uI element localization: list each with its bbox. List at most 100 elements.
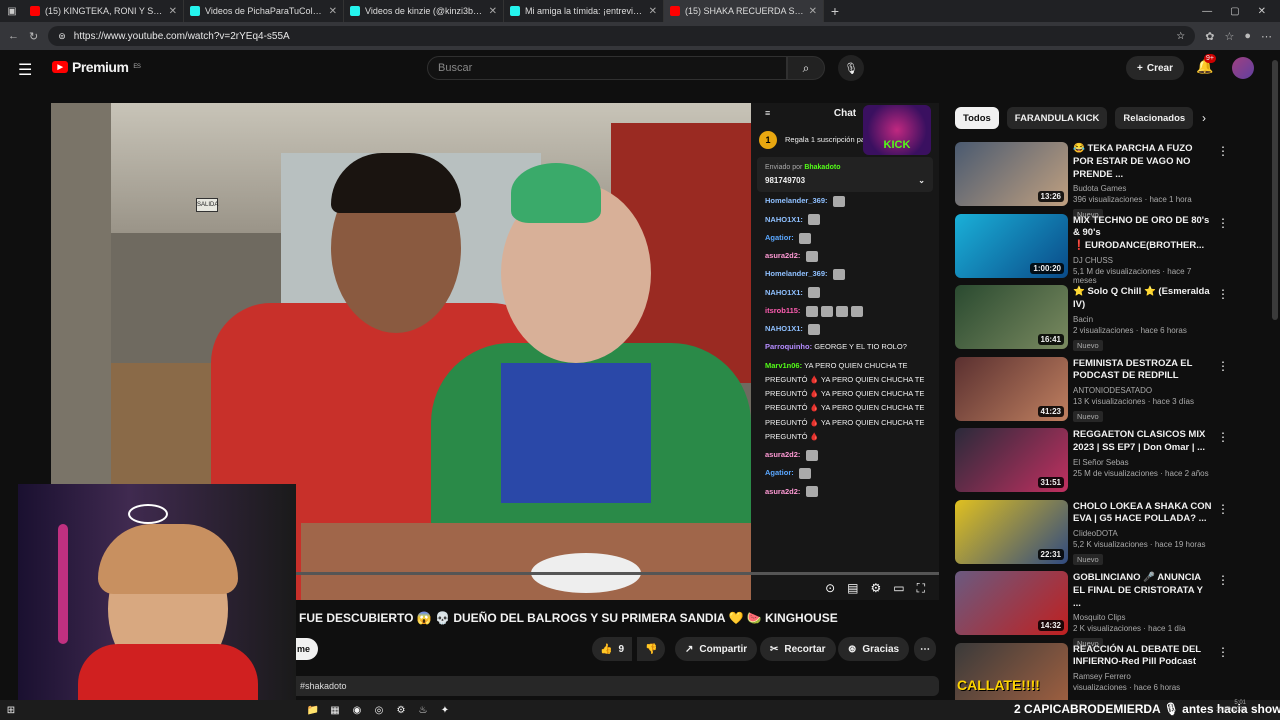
more-vertical-icon[interactable]: ⋮ bbox=[1217, 573, 1229, 587]
more-actions-button[interactable]: ⋯ bbox=[914, 637, 936, 661]
maximize-icon[interactable]: ▢ bbox=[1230, 6, 1239, 17]
video-thumbnail[interactable]: 1:00:20 bbox=[955, 213, 1068, 278]
chat-username[interactable]: Homelander_369: bbox=[765, 269, 828, 278]
video-thumbnail[interactable]: 22:31 bbox=[955, 499, 1068, 564]
chat-username[interactable]: NAHO1X1: bbox=[765, 215, 803, 224]
related-title[interactable]: REGGAETON CLASICOS MIX 2023 | SS EP7 | D… bbox=[1073, 429, 1213, 455]
subscribe-button[interactable]: me bbox=[296, 638, 318, 660]
related-title[interactable]: MIX TECHNO DE ORO DE 80's & 90's ❗EURODA… bbox=[1073, 215, 1213, 253]
steam-icon[interactable]: ♨ bbox=[412, 700, 434, 720]
video-thumbnail[interactable]: 16:41 bbox=[955, 285, 1068, 349]
video-thumbnail[interactable]: 14:32 bbox=[955, 571, 1068, 635]
channel-name[interactable]: CIideoDOTA bbox=[1073, 529, 1213, 538]
video-thumbnail[interactable] bbox=[955, 642, 1068, 707]
favorites-icon[interactable]: ☆ bbox=[1224, 30, 1234, 43]
theater-mode-icon[interactable]: ▭ bbox=[893, 581, 904, 595]
clip-button[interactable]: ✂ Recortar bbox=[760, 637, 836, 661]
more-vertical-icon[interactable]: ⋮ bbox=[1217, 430, 1229, 444]
tab-2[interactable]: Videos de kinzie (@kinzi3baby) c ✕ bbox=[344, 0, 504, 22]
start-icon[interactable]: ⊞ bbox=[0, 700, 22, 720]
video-thumbnail[interactable]: 31:51 bbox=[955, 428, 1068, 492]
close-tab-icon[interactable]: ✕ bbox=[809, 6, 817, 17]
tab-3[interactable]: Mi amiga la tímida: ¡entrevista di ✕ bbox=[504, 0, 664, 22]
thanks-button[interactable]: ⊛ Gracias bbox=[838, 637, 910, 661]
chip-2[interactable]: Relacionados bbox=[1115, 107, 1194, 129]
file-explorer-icon[interactable]: 📁 bbox=[302, 700, 324, 720]
chat-username[interactable]: asura2d2: bbox=[765, 487, 800, 496]
related-title[interactable]: ⭐ Solo Q Chill ⭐ (Esmeralda IV) bbox=[1073, 286, 1213, 312]
channel-name[interactable]: Bacin bbox=[1073, 315, 1213, 324]
chat-username[interactable]: Agatior: bbox=[765, 468, 794, 477]
site-info-icon[interactable]: ⊜ bbox=[58, 31, 66, 42]
related-video-item[interactable]: 1:00:20 MIX TECHNO DE ORO DE 80's & 90's … bbox=[955, 213, 1231, 286]
tab-4[interactable]: (15) SHAKA RECUERDA SU P ✕ bbox=[664, 0, 824, 22]
more-vertical-icon[interactable]: ⋮ bbox=[1217, 287, 1229, 301]
chevron-right-icon[interactable]: › bbox=[1202, 111, 1206, 125]
related-video-item[interactable]: 22:31 CHOLO LOKEA A SHAKA CON EVA | G5 HA… bbox=[955, 499, 1231, 572]
related-title[interactable]: FEMINISTA DESTROZA EL PODCAST DE REDPILL bbox=[1073, 358, 1213, 384]
game-icon[interactable]: ✦ bbox=[434, 700, 456, 720]
more-vertical-icon[interactable]: ⋮ bbox=[1217, 502, 1229, 516]
minimize-icon[interactable]: — bbox=[1202, 6, 1212, 17]
video-thumbnail[interactable]: 41:23 bbox=[955, 356, 1068, 421]
calendar-icon[interactable]: ▦ bbox=[324, 700, 346, 720]
account-avatar[interactable] bbox=[1232, 57, 1254, 79]
profile-icon[interactable]: ● bbox=[1244, 30, 1251, 42]
tab-0[interactable]: (15) KINGTEKA, RONI Y SU VIEJO ✕ bbox=[24, 0, 184, 22]
description-box[interactable]: #shakadoto bbox=[296, 676, 939, 696]
settings-app-icon[interactable]: ⚙ bbox=[390, 700, 412, 720]
chat-menu-icon[interactable]: ≡ bbox=[765, 108, 770, 118]
more-vertical-icon[interactable]: ⋮ bbox=[1217, 359, 1229, 373]
chip-1[interactable]: FARANDULA KICK bbox=[1006, 107, 1108, 129]
hamburger-menu-icon[interactable]: ☰ bbox=[18, 60, 32, 80]
related-video-item[interactable]: 31:51 REGGAETON CLASICOS MIX 2023 | SS EP… bbox=[955, 428, 1231, 500]
settings-gear-icon[interactable]: ⚙ bbox=[870, 581, 881, 595]
chat-username[interactable]: itsrob115: bbox=[765, 306, 800, 315]
close-tab-icon[interactable]: ✕ bbox=[489, 6, 497, 17]
autoplay-toggle-icon[interactable]: ⊙ bbox=[825, 581, 835, 595]
more-vertical-icon[interactable]: ⋮ bbox=[1217, 645, 1229, 659]
fullscreen-icon[interactable]: ⛶ bbox=[917, 581, 925, 596]
chip-0[interactable]: Todos bbox=[955, 107, 999, 129]
search-input[interactable]: Buscar bbox=[427, 56, 787, 80]
chevron-down-icon[interactable]: ⌄ bbox=[918, 174, 925, 188]
back-icon[interactable]: ← bbox=[8, 30, 19, 42]
like-button[interactable]: 👍 9 bbox=[592, 637, 633, 661]
voice-search-button[interactable]: 🎙 bbox=[838, 55, 864, 81]
chat-username[interactable]: Parroquinho: bbox=[765, 342, 812, 351]
extensions-icon[interactable]: ✿ bbox=[1205, 30, 1214, 43]
reload-icon[interactable]: ↻ bbox=[29, 30, 38, 43]
window-menu-icon[interactable]: ▣ bbox=[0, 0, 24, 22]
channel-name[interactable]: Budota Games bbox=[1073, 184, 1213, 193]
page-scrollbar[interactable] bbox=[1272, 60, 1278, 320]
close-window-icon[interactable]: ✕ bbox=[1258, 6, 1266, 17]
channel-name[interactable]: ANTONIODESATADO bbox=[1073, 386, 1213, 395]
chat-username[interactable]: asura2d2: bbox=[765, 251, 800, 260]
close-tab-icon[interactable]: ✕ bbox=[169, 6, 177, 17]
more-vertical-icon[interactable]: ⋮ bbox=[1217, 216, 1229, 230]
channel-name[interactable]: Mosquito Clips bbox=[1073, 613, 1213, 622]
search-button[interactable]: ⌕ bbox=[787, 56, 825, 80]
related-video-item[interactable]: 41:23 FEMINISTA DESTROZA EL PODCAST DE RE… bbox=[955, 356, 1231, 429]
browser-menu-icon[interactable]: ⋯ bbox=[1261, 30, 1272, 43]
chat-username[interactable]: NAHO1X1: bbox=[765, 288, 803, 297]
chat-username[interactable]: asura2d2: bbox=[765, 450, 800, 459]
video-thumbnail[interactable]: 13:26 bbox=[955, 142, 1068, 206]
dislike-button[interactable]: 👎 bbox=[637, 637, 666, 661]
more-vertical-icon[interactable]: ⋮ bbox=[1217, 144, 1229, 158]
related-title[interactable]: GOBLINCIANO 🎤 ANUNCIA EL FINAL DE CRISTO… bbox=[1073, 572, 1213, 610]
obs-icon[interactable]: ◉ bbox=[346, 700, 368, 720]
related-title[interactable]: REACCIÓN AL DEBATE DEL INFIERNO-Red Pill… bbox=[1073, 644, 1213, 670]
discord-icon[interactable]: ◎ bbox=[368, 700, 390, 720]
new-tab-button[interactable]: + bbox=[824, 3, 846, 19]
bookmark-star-icon[interactable]: ☆ bbox=[1176, 31, 1185, 42]
related-video-item[interactable]: 14:32 GOBLINCIANO 🎤 ANUNCIA EL FINAL DE C… bbox=[955, 571, 1231, 650]
related-video-item[interactable]: 13:26 😂 TEKA PARCHA A FUZO POR ESTAR DE V… bbox=[955, 142, 1231, 221]
channel-name[interactable]: Ramsey Ferrero bbox=[1073, 672, 1213, 681]
create-button[interactable]: + Crear bbox=[1126, 56, 1184, 80]
channel-name[interactable]: DJ CHUSS bbox=[1073, 256, 1213, 265]
close-tab-icon[interactable]: ✕ bbox=[329, 6, 337, 17]
related-title[interactable]: 😂 TEKA PARCHA A FUZO POR ESTAR DE VAGO N… bbox=[1073, 143, 1213, 181]
related-video-item[interactable]: 16:41 ⭐ Solo Q Chill ⭐ (Esmeralda IV) Baci… bbox=[955, 285, 1231, 357]
channel-name[interactable]: El Señor Sebas bbox=[1073, 458, 1213, 467]
